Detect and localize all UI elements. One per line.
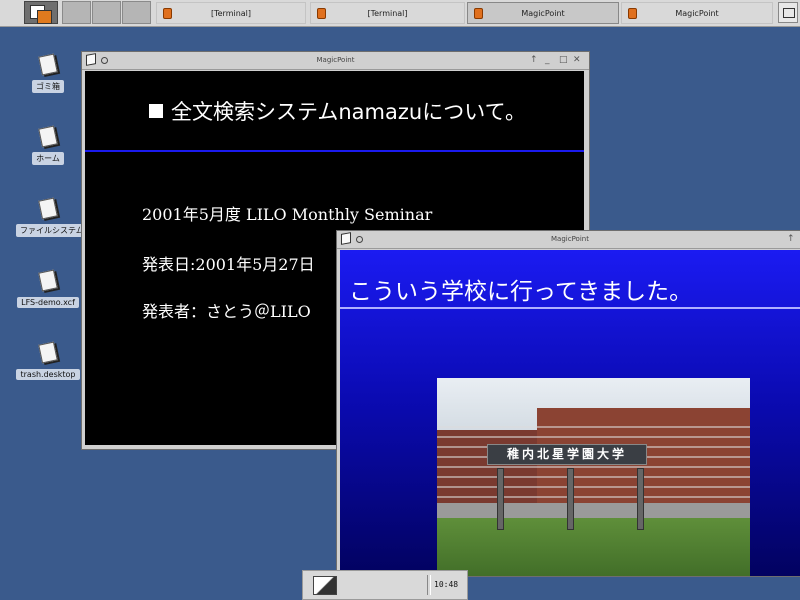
desktop-icon-label: trash.desktop xyxy=(16,369,80,380)
panel-separator xyxy=(427,575,431,595)
taskbar-item-terminal-2[interactable]: [Terminal] xyxy=(310,2,465,24)
workspace-2[interactable] xyxy=(92,1,121,24)
window-titlebar[interactable]: MagicPoint ↑ xyxy=(337,231,800,249)
desktop-icon-trash-desktop[interactable]: trash.desktop xyxy=(16,341,80,381)
window-title: MagicPoint xyxy=(316,56,355,64)
university-sign: 稚内北星学園大学 xyxy=(487,444,647,465)
bullet-square-icon xyxy=(149,104,163,118)
file-icon xyxy=(38,341,58,364)
slide-divider xyxy=(85,150,584,152)
taskbar-item-label: MagicPoint xyxy=(675,9,719,18)
magicpoint-window-2: MagicPoint ↑ こういう学校に行ってきました。 稚内北星学園大学 xyxy=(336,230,800,577)
main-menu-button[interactable] xyxy=(24,1,58,24)
taskbar-item-terminal-1[interactable]: [Terminal] xyxy=(156,2,306,24)
maximize-icon[interactable]: □ xyxy=(559,55,568,65)
slide-line-seminar: 2001年5月度 LILO Monthly Seminar xyxy=(142,205,433,224)
clock[interactable]: 10:48 xyxy=(434,580,458,589)
slide-heading-text: 全文検索システムnamazuについて。 xyxy=(171,100,526,124)
desktop-icon-lfs-demo[interactable]: LFS-demo.xcf xyxy=(16,269,80,309)
show-desktop-button[interactable] xyxy=(778,2,798,23)
window-title: MagicPoint xyxy=(551,235,589,243)
campus-photo: 稚内北星学園大学 xyxy=(437,378,750,576)
minimize-icon[interactable]: _ xyxy=(545,55,550,65)
filesystem-icon xyxy=(38,197,58,220)
slide-heading: 全文検索システムnamazuについて。 xyxy=(149,96,526,126)
bottom-panel: 10:48 xyxy=(302,570,468,600)
grass xyxy=(437,518,750,576)
slide-line-date: 発表日:2001年5月27日 xyxy=(142,255,315,274)
taskbar-item-label: [Terminal] xyxy=(210,9,252,18)
slide-heading: こういう学校に行ってきました。 xyxy=(349,279,693,305)
taskbar-item-magicpoint-2[interactable]: MagicPoint xyxy=(621,2,773,24)
desktop-icon-label: ゴミ箱 xyxy=(32,80,64,93)
window-titlebar[interactable]: MagicPoint ↑ _ □ ✕ xyxy=(82,52,589,70)
close-icon[interactable]: ✕ xyxy=(573,55,581,65)
desktop-icon-label: ファイルシステム xyxy=(16,224,88,237)
home-icon xyxy=(38,125,58,148)
menu-icon-accent xyxy=(37,10,52,24)
taskbar-item-label: MagicPoint xyxy=(521,9,565,18)
launcher-icon[interactable] xyxy=(313,576,337,595)
shade-icon[interactable]: ↑ xyxy=(787,234,795,244)
desktop-icon-home[interactable]: ホーム xyxy=(16,125,80,165)
desktop-icon-label: ホーム xyxy=(32,152,64,165)
desktop-icon-label: LFS-demo.xcf xyxy=(17,297,79,308)
slide-divider xyxy=(340,307,800,309)
desktop-icon-trash[interactable]: ゴミ箱 xyxy=(16,53,80,93)
slide-canvas[interactable]: こういう学校に行ってきました。 稚内北星学園大学 xyxy=(340,250,800,576)
trash-icon xyxy=(38,53,58,76)
workspace-1[interactable] xyxy=(62,1,91,24)
file-icon xyxy=(38,269,58,292)
slide-line-presenter: 発表者：さとう＠LILO xyxy=(142,302,311,321)
taskbar-item-magicpoint-1[interactable]: MagicPoint xyxy=(467,2,619,24)
workspace-3[interactable] xyxy=(122,1,151,24)
desktop-icon-filesystem[interactable]: ファイルシステム xyxy=(16,197,88,237)
taskbar: [Terminal] [Terminal] MagicPoint MagicPo… xyxy=(0,0,800,27)
shade-icon[interactable]: ↑ xyxy=(530,55,538,65)
taskbar-item-label: [Terminal] xyxy=(367,9,408,18)
